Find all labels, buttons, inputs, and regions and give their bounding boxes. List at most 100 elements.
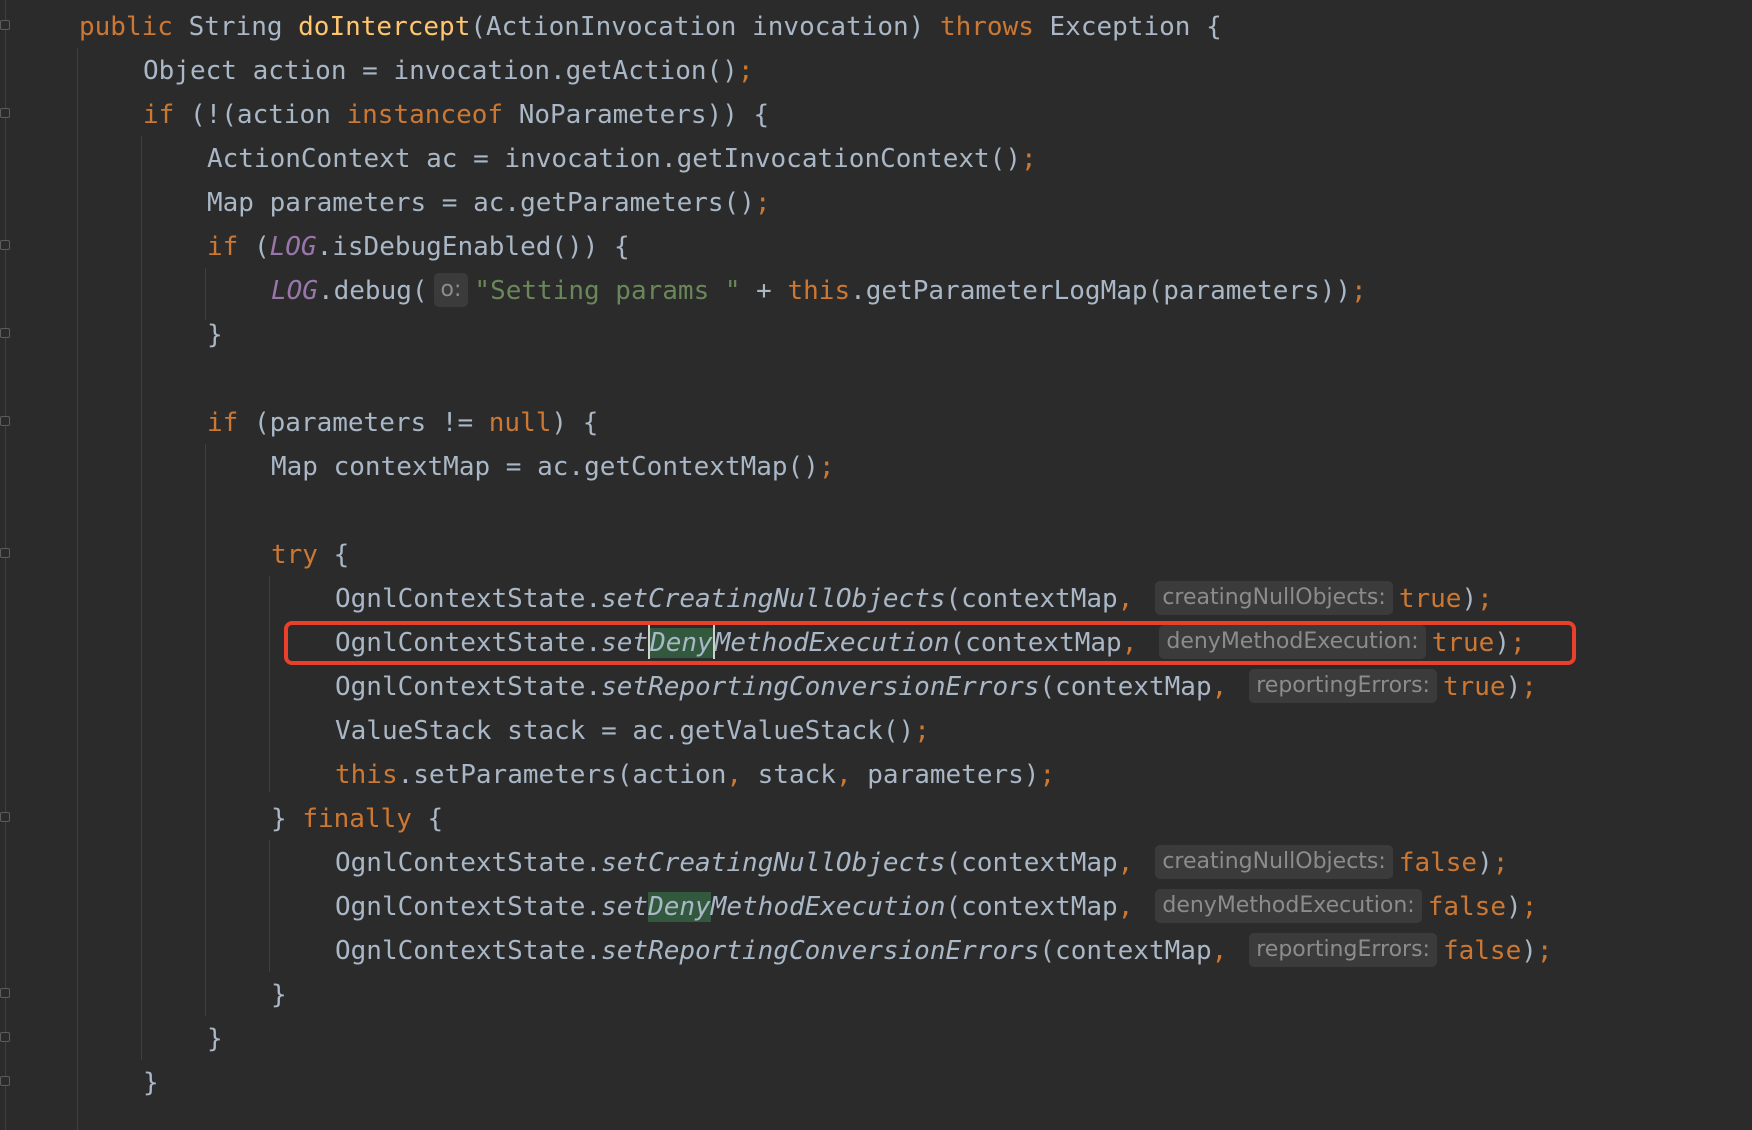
code-line[interactable]: OgnlContextState.setCreatingNullObjects(… bbox=[335, 841, 1508, 885]
constant: LOG bbox=[269, 232, 317, 262]
code-line[interactable]: LOG.debug(o: "Setting params " + this.get… bbox=[271, 269, 1367, 313]
code-line[interactable]: OgnlContextState.setCreatingNullObjects(… bbox=[335, 577, 1493, 621]
indent-guide bbox=[269, 576, 270, 792]
code-line[interactable]: if (parameters != null) { bbox=[207, 401, 598, 445]
semicolon: ; bbox=[754, 188, 771, 218]
code-text: (contextMap bbox=[945, 584, 1118, 614]
code-text: (contextMap bbox=[1039, 936, 1212, 966]
code-line[interactable]: this.setParameters(action, stack, parame… bbox=[335, 753, 1055, 797]
keyword: throws bbox=[939, 12, 1034, 42]
code-line[interactable]: } finally { bbox=[271, 797, 443, 841]
code-line[interactable]: ActionContext ac = invocation.getInvocat… bbox=[207, 137, 1037, 181]
keyword: finally bbox=[302, 804, 412, 834]
code-line[interactable]: OgnlContextState.setReportingConversionE… bbox=[335, 665, 1537, 709]
code-text: ) { bbox=[551, 408, 599, 438]
code-text: (contextMap bbox=[945, 892, 1118, 922]
fold-marker-icon[interactable] bbox=[0, 416, 10, 426]
code-line[interactable]: try { bbox=[271, 533, 349, 577]
code-line[interactable]: if (LOG.isDebugEnabled()) { bbox=[207, 225, 630, 269]
comma: , bbox=[726, 760, 743, 790]
comma: , bbox=[1117, 892, 1134, 922]
code-text: } bbox=[271, 804, 303, 834]
annotation-highlight-box bbox=[284, 621, 1576, 665]
comma: , bbox=[1211, 936, 1228, 966]
code-line-method-signature[interactable]: public String doIntercept(ActionInvocati… bbox=[79, 5, 1222, 49]
code-text: } bbox=[207, 1024, 223, 1054]
code-line[interactable]: ValueStack stack = ac.getValueStack(); bbox=[335, 709, 930, 753]
code-text: .isDebugEnabled()) { bbox=[316, 232, 630, 262]
keyword: if bbox=[207, 232, 239, 262]
code-line[interactable]: OgnlContextState.setReportingConversionE… bbox=[335, 929, 1553, 973]
code-text: } bbox=[143, 1068, 159, 1098]
fold-marker-icon[interactable] bbox=[0, 812, 10, 822]
constant: LOG bbox=[271, 276, 318, 306]
code-line[interactable]: if (!(action instanceof NoParameters)) { bbox=[143, 93, 769, 137]
fold-marker-icon[interactable] bbox=[0, 1032, 10, 1042]
keyword: try bbox=[271, 540, 318, 570]
code-line[interactable]: Map contextMap = ac.getContextMap(); bbox=[271, 445, 835, 489]
code-line[interactable]: } bbox=[207, 1017, 223, 1061]
semicolon: ; bbox=[1351, 276, 1367, 306]
code-text: ) bbox=[1477, 848, 1493, 878]
boolean-literal: false bbox=[1442, 936, 1522, 966]
parameter-hint: reportingErrors: bbox=[1249, 668, 1437, 703]
semicolon: ; bbox=[1536, 936, 1553, 966]
code-line[interactable]: } bbox=[207, 313, 223, 357]
keyword: public bbox=[79, 12, 173, 42]
string-literal: "Setting params " bbox=[474, 276, 741, 306]
code-text: ( bbox=[238, 232, 270, 262]
indent-guide bbox=[77, 48, 78, 1130]
code-text: parameters) bbox=[851, 760, 1040, 790]
code-text: OgnlContextState. bbox=[335, 892, 602, 922]
boolean-literal: true bbox=[1442, 672, 1506, 702]
boolean-literal: false bbox=[1427, 892, 1506, 922]
code-text: stack bbox=[742, 760, 836, 790]
code-text: (contextMap bbox=[1039, 672, 1212, 702]
fold-marker-icon[interactable] bbox=[0, 240, 10, 250]
code-text: ValueStack stack = ac.getValueStack() bbox=[335, 716, 915, 746]
comma: , bbox=[1117, 848, 1134, 878]
parameter-hint: creatingNullObjects: bbox=[1155, 844, 1393, 879]
parameter-hint: denyMethodExecution: bbox=[1155, 888, 1422, 923]
keyword: null bbox=[488, 408, 552, 438]
type-name: String bbox=[188, 12, 283, 42]
static-method-name: MethodExecution bbox=[710, 892, 946, 922]
code-editor[interactable]: public String doIntercept(ActionInvocati… bbox=[0, 0, 1752, 1130]
keyword: if bbox=[207, 408, 239, 438]
fold-marker-icon[interactable] bbox=[0, 548, 10, 558]
code-text: (!(action bbox=[174, 100, 347, 130]
static-method-name: setCreatingNullObjects bbox=[601, 848, 946, 878]
code-line[interactable]: } bbox=[143, 1061, 159, 1105]
code-text: Map contextMap = ac.getContextMap() bbox=[271, 452, 819, 482]
code-line[interactable]: Map parameters = ac.getParameters(); bbox=[207, 181, 771, 225]
code-text: NoParameters)) { bbox=[503, 100, 770, 130]
keyword: this bbox=[335, 760, 398, 790]
code-text: Exception { bbox=[1049, 12, 1222, 42]
code-text: { bbox=[317, 540, 350, 570]
fold-marker-icon[interactable] bbox=[0, 108, 10, 118]
code-line[interactable]: } bbox=[271, 973, 287, 1017]
parameter-hint: reportingErrors: bbox=[1249, 932, 1437, 967]
code-line[interactable]: Object action = invocation.getAction(); bbox=[143, 49, 753, 93]
comma: , bbox=[1117, 584, 1134, 614]
code-text: (contextMap bbox=[945, 848, 1118, 878]
parameter-hint: o: bbox=[433, 272, 469, 307]
code-text: (ActionInvocation invocation) bbox=[470, 12, 925, 42]
static-method-name: setReportingConversionErrors bbox=[601, 936, 1040, 966]
fold-marker-icon[interactable] bbox=[0, 1076, 10, 1086]
fold-marker-icon[interactable] bbox=[0, 328, 10, 338]
indent-guide bbox=[269, 840, 270, 972]
code-text: .setParameters(action bbox=[397, 760, 727, 790]
search-highlight: Deny bbox=[648, 892, 711, 922]
semicolon: ; bbox=[1521, 892, 1538, 922]
editor-gutter bbox=[0, 0, 12, 1130]
boolean-literal: false bbox=[1398, 848, 1478, 878]
code-text: Map parameters = ac.getParameters() bbox=[207, 188, 755, 218]
static-method-name: setReportingConversionErrors bbox=[601, 672, 1040, 702]
static-method-name: set bbox=[601, 892, 649, 922]
code-text: OgnlContextState. bbox=[335, 584, 602, 614]
code-text: OgnlContextState. bbox=[335, 848, 602, 878]
code-line[interactable]: OgnlContextState.setDenyMethodExecution(… bbox=[335, 885, 1537, 929]
fold-marker-icon[interactable] bbox=[0, 20, 10, 30]
fold-marker-icon[interactable] bbox=[0, 988, 10, 998]
